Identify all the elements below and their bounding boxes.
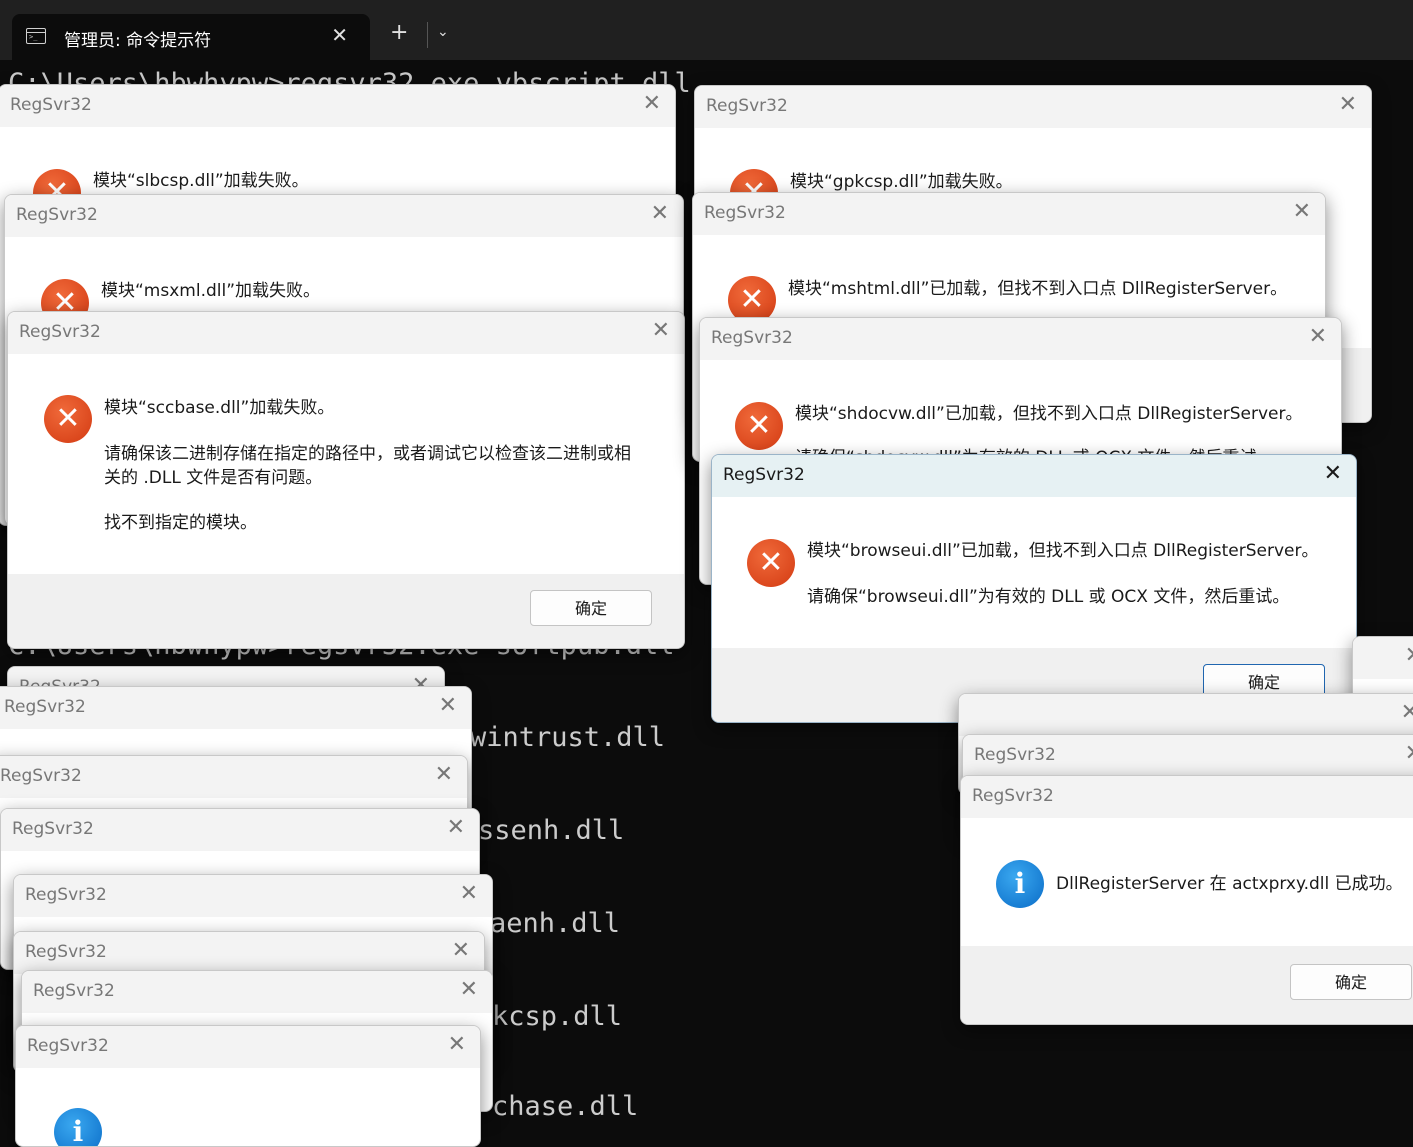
close-icon[interactable]: ✕ (1293, 199, 1311, 224)
dialog-message: 模块“sccbase.dll”加载失败。 (104, 398, 335, 418)
close-icon[interactable]: ✕ (1405, 643, 1413, 668)
dialog-title-bar[interactable]: ✕ (1353, 637, 1413, 679)
dialog-title-bar[interactable]: RegSvr32 ✕ (0, 756, 467, 798)
close-icon[interactable]: ✕ (1401, 700, 1413, 725)
dialog-title-bar[interactable]: RegSvr32 ✕ (0, 85, 675, 127)
dialog-title: RegSvr32 (0, 766, 82, 786)
close-icon[interactable]: ✕ (651, 201, 669, 226)
dialog-title: RegSvr32 (972, 786, 1054, 806)
ok-button[interactable]: 确定 (1290, 964, 1412, 1000)
dialog-title: RegSvr32 (16, 205, 98, 225)
close-icon[interactable]: ✕ (452, 938, 470, 963)
dialog-title-bar[interactable]: RegSvr32 ✕ (5, 195, 683, 237)
tab-separator (427, 22, 428, 48)
close-icon[interactable]: ✕ (448, 1032, 466, 1057)
dialog-title: RegSvr32 (711, 328, 793, 348)
terminal-text-fragment: wintrust.dll (470, 722, 666, 753)
dialog-message: 模块“mshtml.dll”已加载，但找不到入口点 DllRegisterSer… (788, 279, 1288, 299)
terminal-tab-bar: 管理员: 命令提示符 ✕ + ⌄ (0, 0, 1413, 60)
close-icon[interactable]: ✕ (652, 318, 670, 343)
dialog-title: RegSvr32 (19, 322, 101, 342)
dialog-title: RegSvr32 (723, 465, 805, 485)
dialog-title-bar[interactable]: RegSvr32 ✕ (14, 932, 484, 974)
dialog-title: RegSvr32 (704, 203, 786, 223)
new-tab-button[interactable]: + (390, 20, 408, 45)
dialog-title-bar[interactable]: RegSvr32 ✕ (693, 193, 1325, 235)
tab-close-icon[interactable]: ✕ (331, 23, 348, 47)
dialog-title-bar[interactable]: RegSvr32 ✕ (963, 735, 1413, 777)
dialog-title: RegSvr32 (706, 96, 788, 116)
tab-command-prompt[interactable]: 管理员: 命令提示符 ✕ (12, 14, 370, 60)
terminal-text-fragment: chase.dll (492, 1091, 639, 1122)
dialog-title-bar[interactable]: RegSvr32 ✕ (695, 86, 1371, 128)
dialog-error-text: 找不到指定的模块。 (104, 513, 257, 533)
dialog-message: 模块“msxml.dll”加载失败。 (101, 281, 321, 301)
close-icon[interactable]: ✕ (1324, 461, 1342, 486)
close-icon[interactable]: ✕ (1309, 324, 1327, 349)
dialog-title-bar[interactable]: RegSvr32 ✕ (700, 318, 1341, 360)
dialog-footer: 确定 (961, 946, 1413, 1024)
dialog-title: RegSvr32 (25, 942, 107, 962)
regsvr32-dialog-browseui: RegSvr32 ✕ ✕ 模块“browseui.dll”已加载，但找不到入口点… (711, 454, 1357, 723)
dialog-message: 模块“slbcsp.dll”加载失败。 (93, 171, 309, 191)
dialog-title: RegSvr32 (974, 745, 1056, 765)
dialog-message: 模块“gpkcsp.dll”加载失败。 (790, 172, 1013, 192)
dialog-message: DllRegisterServer 在 actxprxy.dll 已成功。 (1056, 874, 1403, 894)
regsvr32-dialog-background: RegSvr32 ✕ i (15, 1025, 481, 1147)
dialog-title: RegSvr32 (33, 981, 115, 1001)
terminal-text-fragment: kcsp.dll (492, 1001, 623, 1032)
dialog-detail: 请确保“browseui.dll”为有效的 DLL 或 OCX 文件，然后重试。 (807, 587, 1290, 607)
dialog-title-bar[interactable]: RegSvr32 ✕ (8, 312, 684, 354)
dialog-title-bar[interactable]: RegSvr32 ✕ (1, 809, 479, 851)
dialog-title-bar[interactable]: RegSvr32 ✕ (14, 875, 492, 917)
close-icon[interactable]: ✕ (643, 91, 661, 116)
dialog-title: RegSvr32 (12, 819, 94, 839)
tab-title: 管理员: 命令提示符 (64, 31, 212, 51)
terminal-icon (26, 28, 46, 44)
dialog-title-bar[interactable]: RegSvr32 (961, 776, 1413, 818)
dialog-title-bar[interactable]: RegSvr32 ✕ (0, 687, 471, 729)
dialog-title: RegSvr32 (25, 885, 107, 905)
close-icon[interactable]: ✕ (460, 881, 478, 906)
dialog-title-bar[interactable]: RegSvr32 ✕ (712, 455, 1356, 497)
dialog-title: RegSvr32 (10, 95, 92, 115)
info-icon: i (54, 1108, 102, 1146)
dialog-detail: 请确保该二进制存储在指定的路径中，或者调试它以检查该二进制或相关的 .DLL 文… (104, 444, 631, 488)
close-icon[interactable]: ✕ (435, 762, 453, 787)
close-icon[interactable]: ✕ (1339, 92, 1357, 117)
regsvr32-dialog-actxprxy: RegSvr32 i DllRegisterServer 在 actxprxy.… (960, 775, 1413, 1025)
dialog-title-bar[interactable]: RegSvr32 ✕ (16, 1026, 480, 1068)
dialog-message: 模块“shdocvw.dll”已加载，但找不到入口点 DllRegisterSe… (795, 404, 1303, 424)
info-icon: i (996, 860, 1044, 908)
error-icon: ✕ (44, 395, 92, 443)
dialog-message: 模块“browseui.dll”已加载，但找不到入口点 DllRegisterS… (807, 541, 1319, 561)
close-icon[interactable]: ✕ (447, 815, 465, 840)
dialog-footer: 确定 (8, 574, 684, 648)
close-icon[interactable]: ✕ (439, 693, 457, 718)
error-icon: ✕ (747, 539, 795, 587)
close-icon[interactable]: ✕ (1405, 741, 1413, 766)
close-icon[interactable]: ✕ (460, 977, 478, 1002)
tab-dropdown-icon[interactable]: ⌄ (437, 24, 449, 40)
error-icon: ✕ (735, 402, 783, 450)
regsvr32-dialog-sccbase: RegSvr32 ✕ ✕ 模块“sccbase.dll”加载失败。 请确保该二进… (7, 311, 685, 649)
ok-button[interactable]: 确定 (530, 590, 652, 626)
terminal-text-fragment: aenh.dll (490, 908, 621, 939)
dialog-title: RegSvr32 (27, 1036, 109, 1056)
dialog-title-bar[interactable]: RegSvr32 ✕ (22, 971, 492, 1013)
dialog-title-bar[interactable]: ✕ (959, 694, 1413, 736)
terminal-text-fragment: ssenh.dll (478, 815, 625, 846)
dialog-title: RegSvr32 (4, 697, 86, 717)
